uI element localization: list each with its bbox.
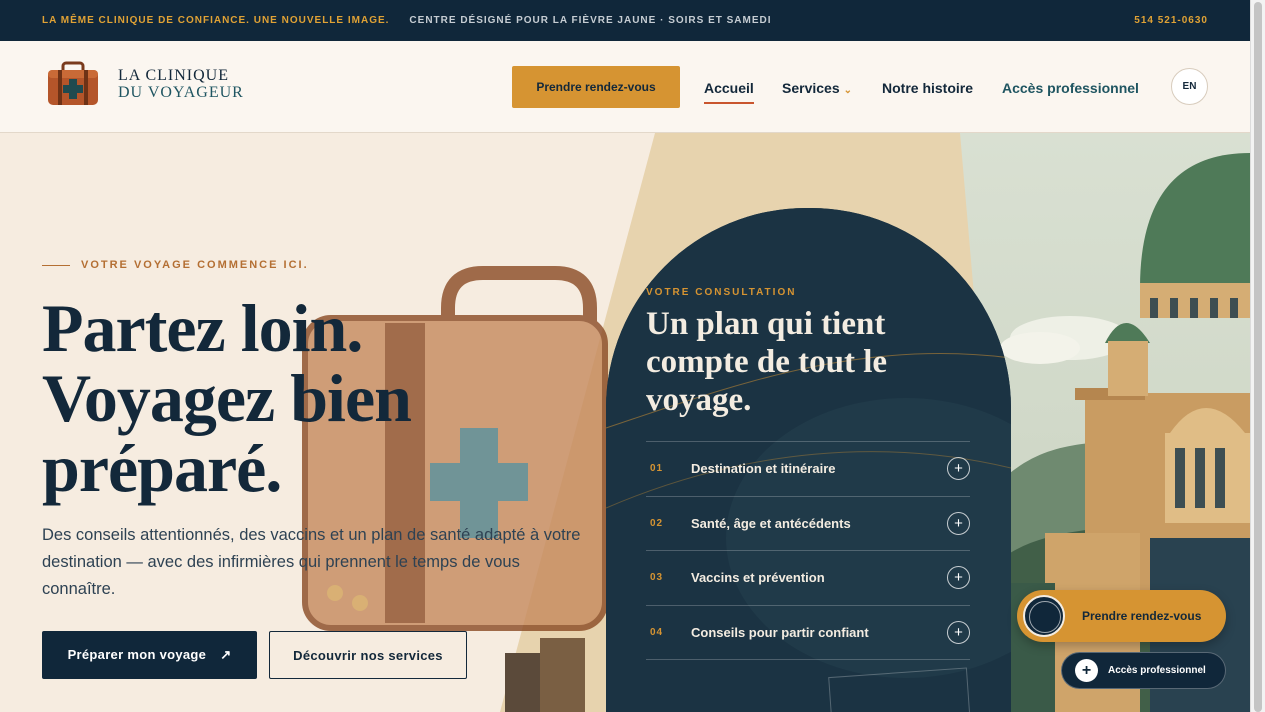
item-number: 01 — [650, 463, 664, 475]
nav-item-pro-access[interactable]: Accès professionnel — [1002, 80, 1139, 96]
logo-wordmark: LA CLINIQUE DU VOYAGEUR — [118, 67, 244, 101]
top-bar-slogan: LA MÊME CLINIQUE DE CONFIANCE. UNE NOUVE… — [42, 15, 390, 26]
scrollbar-thumb[interactable] — [1254, 2, 1262, 712]
plus-icon[interactable]: + — [947, 620, 970, 644]
top-bar-phone[interactable]: 514 521-0630 — [1134, 15, 1208, 26]
item-label: Destination et itinéraire — [691, 461, 836, 477]
consultation-item-destination[interactable]: 01 Destination et itinéraire + — [646, 442, 970, 497]
prepare-trip-button[interactable]: Préparer mon voyage ↗ — [42, 631, 257, 679]
hero-description: Des conseils attentionnés, des vaccins e… — [42, 526, 581, 598]
nav-item-home[interactable]: Accueil — [704, 80, 754, 104]
avatar — [1023, 595, 1065, 637]
logo-line-2: DU VOYAGEUR — [118, 84, 244, 101]
nav-item-services[interactable]: Services ⌄ — [782, 80, 852, 96]
item-label: Santé, âge et antécédents — [691, 515, 851, 531]
book-appointment-button[interactable]: Prendre rendez-vous — [512, 66, 680, 108]
site-logo[interactable]: LA CLINIQUE DU VOYAGEUR — [46, 61, 244, 107]
plus-icon[interactable]: + — [947, 566, 970, 590]
hero-title-line-1: Partez loin. — [42, 290, 363, 366]
consultation-item-vaccines[interactable]: 03 Vaccins et prévention + — [646, 551, 970, 606]
hero-title: Partez loin. Voyagez bien préparé. — [42, 290, 412, 506]
consultation-card: VOTRE CONSULTATION Un plan qui tient com… — [606, 208, 1011, 712]
chevron-down-icon: ⌄ — [843, 85, 852, 96]
item-number: 04 — [650, 626, 664, 638]
floating-appointment-label: Prendre rendez-vous — [1082, 609, 1202, 623]
plus-icon[interactable]: + — [947, 457, 970, 481]
prepare-trip-label: Préparer mon voyage — [67, 647, 207, 662]
consultation-item-health[interactable]: 02 Santé, âge et antécédents + — [646, 497, 970, 551]
plus-icon: + — [1075, 659, 1098, 682]
hero-title-line-3: préparé. — [42, 430, 282, 506]
item-number: 02 — [650, 517, 664, 529]
item-label: Conseils pour partir confiant — [691, 624, 869, 640]
consultation-title-line-2: compte de tout le — [646, 344, 888, 380]
floating-pro-access-label: Accès professionnel — [1108, 665, 1206, 676]
consultation-eyebrow: VOTRE CONSULTATION — [646, 287, 797, 298]
item-number: 03 — [650, 572, 664, 584]
consultation-title-line-1: Un plan qui tient — [646, 306, 886, 342]
hero-title-line-2: Voyagez bien — [42, 360, 412, 436]
consultation-title-line-3: voyage. — [646, 382, 752, 418]
floating-appointment-button[interactable]: Prendre rendez-vous — [1017, 590, 1226, 642]
top-announcement-bar: LA MÊME CLINIQUE DE CONFIANCE. UNE NOUVE… — [0, 0, 1250, 41]
page-scrollbar[interactable] — [1250, 0, 1265, 712]
hero-eyebrow: VOTRE VOYAGE COMMENCE ICI. — [42, 259, 309, 271]
discover-services-button[interactable]: Découvrir nos services — [269, 631, 467, 679]
site-header: LA CLINIQUE DU VOYAGEUR Prendre rendez-v… — [0, 41, 1250, 133]
item-label: Vaccins et prévention — [691, 570, 825, 586]
medical-suitcase-icon — [48, 61, 98, 105]
consultation-list: 01 Destination et itinéraire + 02 Santé,… — [646, 441, 970, 660]
plus-icon[interactable]: + — [947, 511, 970, 535]
nav-item-story[interactable]: Notre histoire — [882, 80, 973, 96]
nav-services-label: Services — [782, 80, 840, 96]
consultation-item-advice[interactable]: 04 Conseils pour partir confiant + — [646, 606, 970, 660]
arrow-up-right-icon: ↗ — [220, 647, 232, 662]
logo-line-1: LA CLINIQUE — [118, 67, 229, 84]
floating-pro-access-button[interactable]: + Accès professionnel — [1061, 652, 1226, 689]
consultation-title: Un plan qui tient compte de tout le voya… — [646, 305, 946, 419]
language-toggle[interactable]: EN — [1171, 68, 1208, 105]
top-bar-hours: CENTRE DÉSIGNÉ POUR LA FIÈVRE JAUNE · SO… — [409, 15, 772, 26]
